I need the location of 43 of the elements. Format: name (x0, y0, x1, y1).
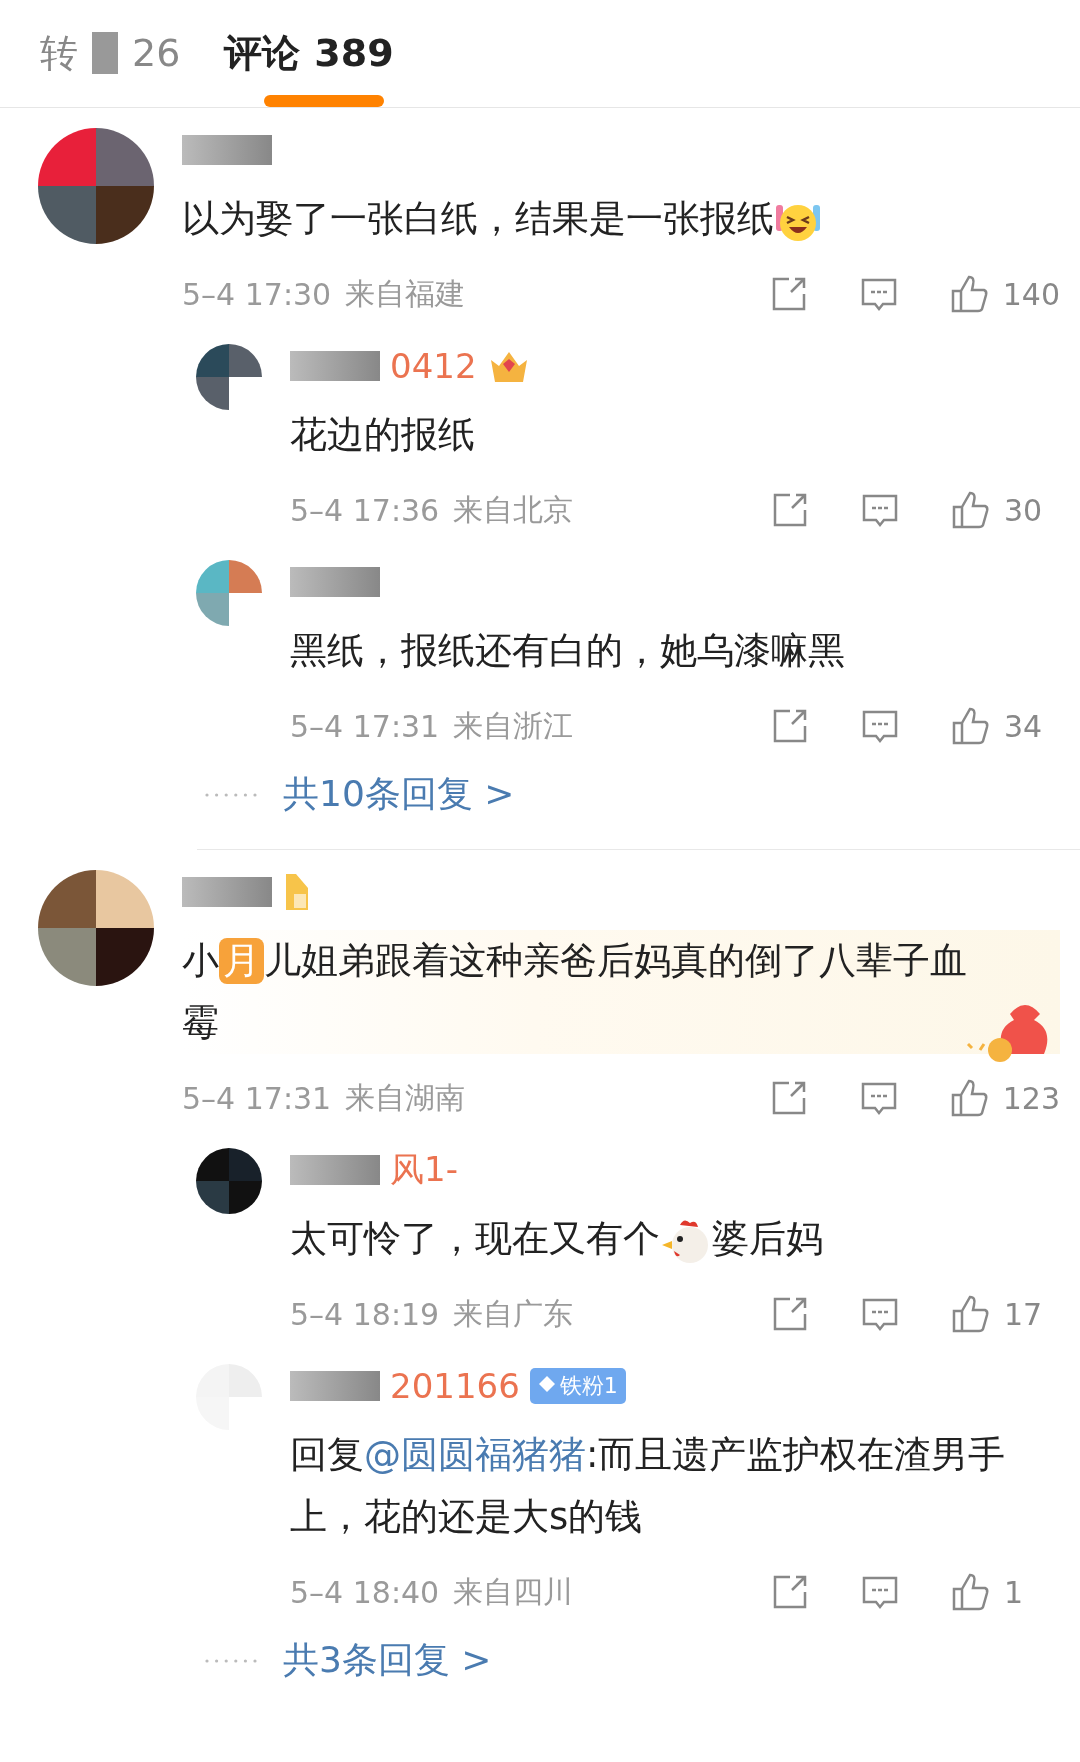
comment-text: 以为娶了一张白纸，结果是一张报纸 (182, 188, 1060, 250)
like-button[interactable]: 140 (948, 274, 1060, 314)
diamond-icon (537, 1375, 556, 1393)
like-button[interactable]: 17 (950, 1294, 1060, 1334)
comment-location: 来自四川 (453, 1572, 574, 1611)
comment-location: 来自福建 (345, 274, 466, 313)
username[interactable]: 0412 (390, 346, 477, 386)
like-button[interactable]: 1 (950, 1572, 1060, 1612)
username[interactable]: 风1- (390, 1147, 458, 1193)
ellipsis-icon (205, 792, 257, 797)
like-button[interactable]: 30 (950, 490, 1060, 530)
comment-text: 黑纸，报纸还有白的，她乌漆嘛黑 (290, 628, 846, 674)
comment-text: 回复@圆圆福猪猪:而且遗产监护权在渣男手上，花的还是大s的钱 (290, 1432, 1007, 1540)
username[interactable]: 201166 (390, 1366, 520, 1406)
tab[interactable]: 转 26 (40, 0, 181, 107)
comment-location: 来自广东 (453, 1294, 574, 1333)
comment-location: 来自北京 (453, 490, 574, 529)
comment-time: 5–4 18:40 (290, 1574, 440, 1610)
more-replies-link[interactable]: 共3条回复 > (283, 1636, 492, 1685)
like-button[interactable]: 123 (948, 1078, 1060, 1118)
comment-time: 5–4 17:30 (182, 276, 332, 312)
avatar[interactable] (38, 870, 154, 986)
comment-text: 太可怜了，现在又有个 婆后妈 (290, 1208, 1060, 1270)
avatar[interactable] (38, 128, 154, 244)
ellipsis-icon (205, 1658, 257, 1663)
avatar[interactable] (196, 1148, 262, 1214)
tab[interactable]: 评论 389 (224, 0, 394, 107)
comment-time: 5–4 18:19 (290, 1296, 440, 1332)
comment-time: 5–4 17:31 (290, 708, 440, 744)
thumbs-up-icon (950, 490, 990, 530)
comment-time: 5–4 17:31 (182, 1080, 332, 1116)
more-replies-link[interactable]: 共10条回复 > (283, 770, 515, 819)
avatar[interactable] (196, 344, 262, 410)
mention-link[interactable]: @圆圆福猪猪 (364, 1433, 586, 1476)
thumbs-up-icon (950, 706, 990, 746)
thumbs-up-icon (950, 1294, 990, 1334)
fan-badge: 铁粉1 (529, 1368, 626, 1404)
comment-location: 来自浙江 (453, 706, 574, 745)
thumbs-up-icon (950, 1572, 990, 1612)
comment-location: 来自湖南 (345, 1078, 466, 1117)
like-button[interactable]: 34 (950, 706, 1060, 746)
comment-time: 5–4 17:36 (290, 492, 440, 528)
comment-text: 花边的报纸 (290, 412, 476, 458)
